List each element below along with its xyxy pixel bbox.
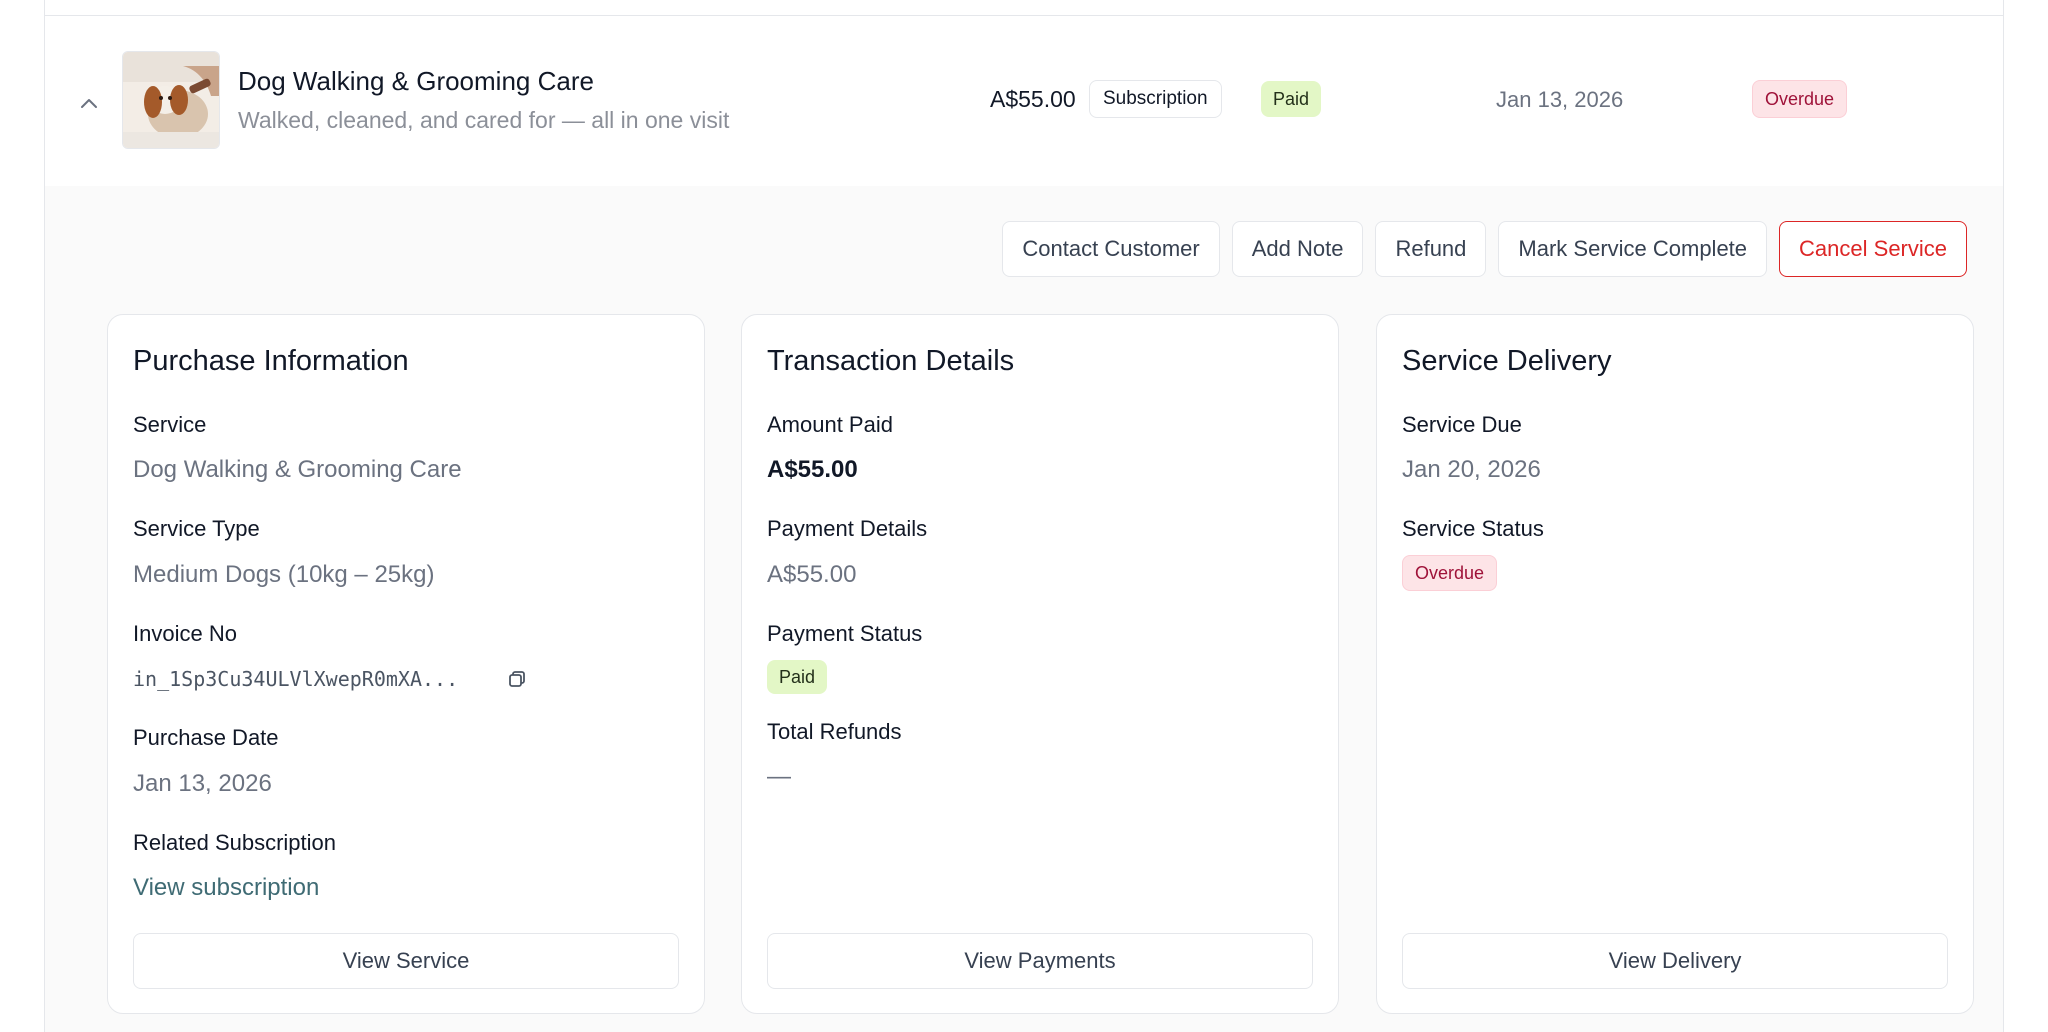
total-refunds-value: — xyxy=(767,763,791,790)
service-delivery-card: Service Delivery Service Due Jan 20, 202… xyxy=(1376,314,1974,1014)
service-due-label: Service Due xyxy=(1402,412,1522,437)
add-note-button[interactable]: Add Note xyxy=(1231,221,1364,277)
cancel-service-button[interactable]: Cancel Service xyxy=(1779,221,1967,277)
service-type-label: Service Type xyxy=(133,516,260,541)
contact-customer-button[interactable]: Contact Customer xyxy=(1002,221,1220,277)
service-due-value: Jan 20, 2026 xyxy=(1402,456,1541,483)
view-delivery-button[interactable]: View Delivery xyxy=(1402,933,1948,989)
service-thumbnail xyxy=(122,51,220,149)
billing-type-badge: Subscription xyxy=(1089,80,1222,118)
payment-status-badge: Paid xyxy=(1261,81,1322,117)
purchase-date-label: Purchase Date xyxy=(133,725,279,750)
service-status-badge: Overdue xyxy=(1402,555,1498,591)
service-value: Dog Walking & Grooming Care xyxy=(133,456,462,483)
purchase-information-card: Purchase Information Service Dog Walking… xyxy=(107,314,705,1014)
transaction-details-card: Transaction Details Amount Paid A$55.00 … xyxy=(741,314,1339,1014)
purchase-date-value: Jan 13, 2026 xyxy=(133,770,272,797)
related-subscription-label: Related Subscription xyxy=(133,830,337,855)
invoice-number: in_1Sp3Cu34ULVlXwepR0mXA... xyxy=(133,667,459,691)
view-subscription-link[interactable]: View subscription xyxy=(133,874,319,902)
order-row[interactable]: Dog Walking & Grooming Care Walked, clea… xyxy=(45,16,2003,186)
payment-details-value: A$55.00 xyxy=(767,561,857,588)
service-label: Service xyxy=(133,412,207,437)
order-date: Jan 13, 2026 xyxy=(1496,87,1624,112)
payment-status-label: Payment Status xyxy=(767,621,923,646)
payment-status-badge: Paid xyxy=(767,660,828,694)
service-title[interactable]: Dog Walking & Grooming Care xyxy=(238,66,594,97)
service-status-badge: Overdue xyxy=(1752,80,1848,118)
order-detail-panel: Contact Customer Add Note Refund Mark Se… xyxy=(45,186,2003,1032)
service-status-label: Service Status xyxy=(1402,516,1544,541)
view-service-button[interactable]: View Service xyxy=(133,933,679,989)
total-refunds-label: Total Refunds xyxy=(767,719,902,744)
chevron-up-icon[interactable] xyxy=(77,91,101,115)
service-type-value: Medium Dogs (10kg – 25kg) xyxy=(133,561,435,588)
card-title: Transaction Details xyxy=(767,345,1015,377)
card-title: Service Delivery xyxy=(1402,345,1612,377)
service-subtitle: Walked, cleaned, and cared for — all in … xyxy=(238,107,730,133)
mark-complete-button[interactable]: Mark Service Complete xyxy=(1498,221,1768,277)
order-list-container: Dog Walking & Grooming Care Walked, clea… xyxy=(44,0,2004,1032)
action-bar: Contact Customer Add Note Refund Mark Se… xyxy=(1002,221,1967,277)
view-payments-button[interactable]: View Payments xyxy=(767,933,1313,989)
amount-paid-value: A$55.00 xyxy=(767,456,858,483)
invoice-label: Invoice No xyxy=(133,621,237,646)
refund-button[interactable]: Refund xyxy=(1375,221,1487,277)
amount-paid-label: Amount Paid xyxy=(767,412,893,437)
payment-details-label: Payment Details xyxy=(767,516,928,541)
card-title: Purchase Information xyxy=(133,345,409,377)
order-price: A$55.00 xyxy=(990,86,1076,112)
copy-icon[interactable] xyxy=(507,669,527,689)
